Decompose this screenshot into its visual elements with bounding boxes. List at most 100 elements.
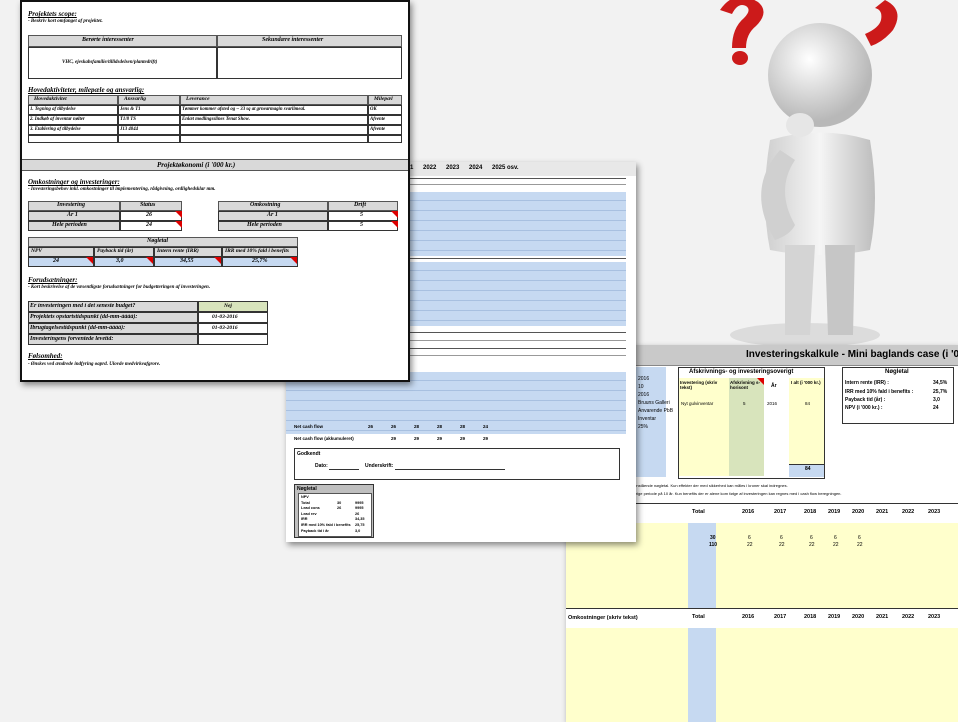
table-header: Ansvarlig: [124, 96, 147, 102]
kpi-summary-label: NPV: [301, 495, 309, 499]
table-header: 2022: [902, 509, 915, 515]
table-cell: [180, 125, 368, 135]
cost-yr1-cell[interactable]: [328, 211, 398, 221]
table-header: 2020: [852, 509, 865, 515]
comment-marker: [214, 257, 221, 264]
input-item: Anvarende PbB: [638, 408, 674, 414]
section-title: Omkostninger og investeringer:: [28, 178, 120, 186]
kpi-summary-label: IRR med 10% fald i benefits: [301, 523, 351, 527]
table-header: 2019: [828, 509, 841, 515]
benefit-value: 22: [747, 542, 753, 548]
field-value: 01-03-2016: [212, 314, 238, 320]
table-header: 2021: [876, 614, 889, 620]
net-cashflow-value: 28: [414, 424, 420, 429]
overview-cell: Nyt gulvinventar: [681, 401, 714, 406]
kpi-summary-value: 9995: [355, 506, 364, 511]
kpi-summary-value: 30: [337, 500, 342, 505]
comment-marker: [86, 257, 93, 264]
kpi-summary-label: Payback tid i år: [301, 528, 329, 533]
kpi-label: Payback tid (år) :: [845, 397, 886, 403]
table-header: 2018: [804, 614, 817, 620]
column-header: Berørte interessenter: [82, 37, 134, 43]
table-cell-text: OK: [370, 107, 377, 112]
overview-cell: 5: [743, 401, 746, 406]
kpi-summary-value: 25,75: [355, 523, 365, 527]
net-cashflow-acc-value: 29: [483, 436, 489, 441]
table-cell-text: Afvente: [370, 117, 386, 122]
table-header: 2022: [902, 614, 915, 620]
net-cashflow-label: Net cash flow: [294, 424, 324, 429]
field-label: Investeringens forventede levetid:: [30, 336, 114, 342]
sheet-title: Investeringskalkule - Mini baglands case…: [746, 349, 958, 360]
field-label: Ibrugtagelsestidspunkt (dd-mm-åååå):: [30, 325, 126, 331]
kpi-summary-value: 9995: [355, 500, 364, 505]
table-header: Milepæl: [374, 96, 393, 102]
row-line: [286, 390, 626, 391]
table-cell: [28, 135, 118, 143]
section-note: - Investeringsbehov inkl. omkostninger t…: [28, 187, 216, 192]
kpi-label: NPV (i '000 kr.) :: [845, 405, 883, 411]
benefit-value: 6: [810, 535, 813, 541]
input-item: 25%: [638, 424, 649, 430]
kpi-summary-label: Total: [301, 500, 310, 505]
benefit-total-a: 30: [710, 535, 716, 541]
table-cell-text: Jens & T1: [120, 107, 141, 112]
kpi-label: IRR med 10% fald i benefits :: [845, 389, 914, 395]
benefit-value: 6: [780, 535, 783, 541]
costs-area: [566, 628, 958, 722]
stakeholder-cell: VHC, ejeskabsfamilie/tillidsdelsen/plant…: [62, 60, 158, 65]
net-cashflow-acc-value: 29: [437, 436, 443, 441]
table-cell-text: Afvente: [370, 127, 386, 132]
section-note: - Ønskes ved ændrede indfyring oaprd. Ul…: [28, 362, 161, 367]
benefit-value: 22: [779, 542, 785, 548]
kpi-header: NPV: [31, 248, 42, 254]
table-header: 2017: [774, 614, 787, 620]
table-header: 2023: [928, 509, 941, 515]
section-note: - Beskriv kort omfanget af projektet.: [28, 19, 103, 24]
net-cashflow-acc-value: 29: [391, 436, 397, 441]
net-cashflow-value: 28: [460, 424, 466, 429]
field-input[interactable]: [198, 301, 268, 312]
kpi-value: 34,55: [180, 258, 194, 264]
field-label: Projektets opstartstidspunkt (dd-mm-åååå…: [30, 314, 138, 320]
table-header: 2019: [828, 614, 841, 620]
section-note: - Kort beskrivelse af de væsentligste fo…: [28, 285, 211, 290]
field-label: Er investeringen med i det seneste budge…: [30, 303, 136, 309]
kpi-value: 3,0: [116, 258, 124, 264]
field-input[interactable]: [198, 334, 268, 345]
section-title: Projektets scope:: [28, 10, 77, 18]
table-header: 2020: [852, 614, 865, 620]
thinking-figure-illustration: [620, 0, 958, 350]
table-header: 2021: [876, 509, 889, 515]
kpi-value-cell: [94, 257, 154, 267]
kpi-summary-label: IRR: [301, 517, 308, 522]
benefit-value: 6: [748, 535, 751, 541]
table-header: 2016: [742, 614, 755, 620]
section-title: Hovedaktiviteter, milepæle og ansvarlig:: [28, 86, 145, 94]
comment-marker: [290, 257, 297, 264]
overview-cell: 2016: [767, 401, 778, 406]
approval-box: Godkendt Dato: Underskrift:: [294, 448, 620, 480]
table-header: 2017: [774, 509, 787, 515]
row-line: [286, 420, 626, 421]
input-item: Inventar: [638, 416, 657, 422]
kpi-value: 24: [53, 258, 59, 264]
table-cell-text: 1. Tegning af tilbydelse: [30, 107, 76, 112]
kpi-header: Intern rente (IRR): [157, 248, 199, 254]
input-item: 2016: [638, 376, 650, 382]
overview-header: År: [771, 383, 777, 389]
table-header: Total: [692, 509, 705, 515]
benefit-total-b: 110: [709, 542, 718, 548]
year-header: 2023: [446, 165, 460, 171]
year-header: 2022: [423, 165, 437, 171]
input-item: Bruuns Galleri: [638, 400, 670, 406]
kpi-summary-label: Lead rev: [301, 511, 317, 516]
kpi-summary-value: 26: [355, 511, 360, 516]
kpi-box: Nøgletal Intern rente (IRR) : 34,5% IRR …: [842, 367, 954, 424]
kpi-header: IRR med 10% fald i benefits: [225, 248, 290, 254]
table-header: Total: [692, 614, 705, 620]
cost-total-cell[interactable]: [328, 221, 398, 231]
row-line: [286, 430, 626, 431]
kpi-summary-value: 26: [337, 506, 342, 511]
cost-header: Omkostninger (skriv tekst): [568, 615, 638, 621]
